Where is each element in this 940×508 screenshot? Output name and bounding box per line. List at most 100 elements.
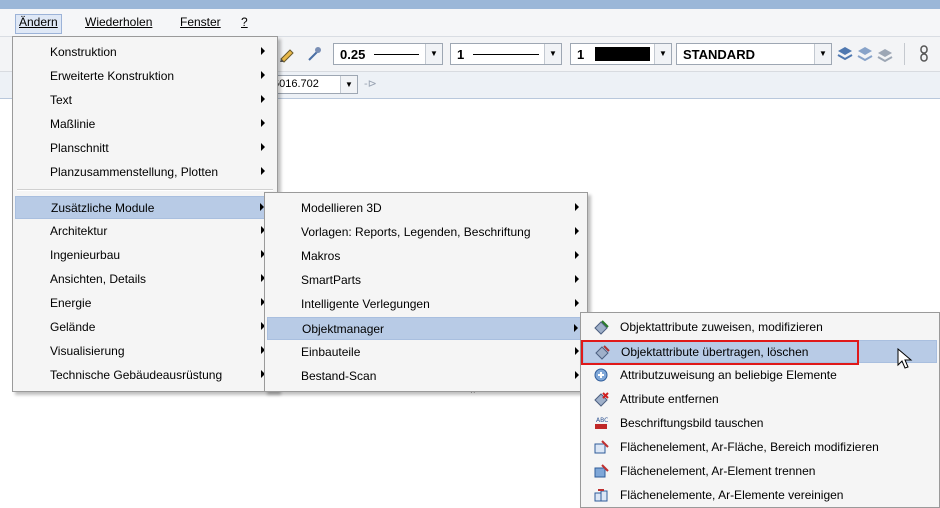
layer-combo[interactable]: STANDARD ▼: [676, 43, 832, 65]
objektmanager-item-flaechenelemente-ar-elemente-vereinigen[interactable]: Flächenelemente, Ar-Elemente vereinigen: [583, 484, 937, 507]
submenu-arrow-icon: [261, 71, 265, 79]
objektmanager-item-label: Beschriftungsbild tauschen: [620, 416, 764, 430]
layer-visibility-icon[interactable]: [856, 45, 874, 63]
submenu-item-modellieren-3d[interactable]: Modellieren 3D: [267, 197, 585, 220]
submenu-item-label: Modellieren 3D: [301, 201, 382, 215]
area-merge-icon: [594, 489, 608, 502]
menu-help[interactable]: ?: [238, 15, 251, 33]
chevron-down-icon[interactable]: ▼: [814, 44, 831, 64]
menu-item-erweiterte-konstruktion[interactable]: Erweiterte Konstruktion: [15, 65, 275, 88]
color-combo[interactable]: 1 ▼: [570, 43, 672, 65]
objektmanager-item-label: Flächenelemente, Ar-Elemente vereinigen: [620, 488, 844, 502]
submenu-item-objektmanager[interactable]: Objektmanager: [267, 317, 585, 340]
menu-item-label: Planschnitt: [50, 141, 109, 155]
coordinate-value: 6016.702: [273, 78, 319, 90]
submenu-item-label: Bestand-Scan: [301, 369, 377, 383]
objektmanager-item-label: Attributzuweisung an beliebige Elemente: [620, 368, 837, 382]
selection-highlight-frame: [581, 340, 859, 365]
menu-item-ansichten-details[interactable]: Ansichten, Details: [15, 268, 275, 291]
line-type-preview: [473, 54, 539, 55]
menu-item-visualisierung[interactable]: Visualisierung: [15, 340, 275, 363]
layer-lock-icon[interactable]: [876, 45, 894, 63]
line-type-value: 1: [457, 47, 465, 62]
submenu-item-label: Intelligente Verlegungen: [301, 297, 430, 311]
objektmanager-item-flaechenelement-ar-flaeche-bereich-modifizieren[interactable]: Flächenelement, Ar-Fläche, Bereich modif…: [583, 436, 937, 459]
pen-thickness-combo[interactable]: 0.25 ▼: [333, 43, 443, 65]
menu-item-text[interactable]: Text: [15, 89, 275, 112]
menu-item-planzusammenstellung-plotten[interactable]: Planzusammenstellung, Plotten: [15, 161, 275, 184]
chevron-down-icon[interactable]: ▼: [544, 44, 561, 64]
objektmanager-item-label: Flächenelement, Ar-Element trennen: [620, 464, 816, 478]
menu-item-konstruktion[interactable]: Konstruktion: [15, 41, 275, 64]
chain-icon[interactable]: [918, 45, 932, 63]
menu-item-label: Energie: [50, 296, 92, 310]
color-swatch: [595, 47, 650, 61]
eyedropper-icon[interactable]: [305, 45, 323, 63]
submenu-item-vorlagen-reports-legenden-beschriftung[interactable]: Vorlagen: Reports, Legenden, Beschriftun…: [267, 221, 585, 244]
menu-item-gelaende[interactable]: Gelände: [15, 316, 275, 339]
submenu-arrow-icon: [261, 119, 265, 127]
objektmanager-item-objektattribute-zuweisen-modifizieren[interactable]: Objektattribute zuweisen, modifizieren: [583, 316, 937, 339]
menu-bar: Ändern Wiederholen Fenster ?: [0, 9, 940, 37]
objektmanager-item-attributzuweisung-an-beliebige-elemente[interactable]: Attributzuweisung an beliebige Elemente: [583, 364, 937, 387]
submenu-item-bestand-scan[interactable]: Bestand-Scan: [267, 365, 585, 388]
toolbar-separator: [904, 43, 905, 65]
area-modify-icon: [594, 440, 609, 454]
submenu-item-makros[interactable]: Makros: [267, 245, 585, 268]
objektmanager-item-label: Objektattribute zuweisen, modifizieren: [620, 320, 823, 334]
menu-item-energie[interactable]: Energie: [15, 292, 275, 315]
pencil-icon[interactable]: [278, 45, 296, 63]
objektmanager-item-label: Flächenelement, Ar-Fläche, Bereich modif…: [620, 440, 879, 454]
menu-item-label: Erweiterte Konstruktion: [50, 69, 175, 83]
objektmanager-item-flaechenelement-ar-element-trennen[interactable]: Flächenelement, Ar-Element trennen: [583, 460, 937, 483]
menu-aendern[interactable]: Ändern: [15, 14, 62, 34]
menu-item-label: Ansichten, Details: [50, 272, 147, 286]
layer-stack-icon[interactable]: [836, 45, 854, 63]
coordinate-combo[interactable]: 6016.702 ▼: [268, 75, 358, 94]
menu-item-label: Zusätzliche Module: [51, 201, 155, 215]
aendern-menu: Konstruktion Erweiterte Konstruktion Text M…: [12, 36, 278, 392]
submenu-item-intelligente-verlegungen[interactable]: Intelligente Verlegungen: [267, 293, 585, 316]
objektmanager-item-beschriftungsbild-tauschen[interactable]: ABC Beschriftungsbild tauschen: [583, 412, 937, 435]
menu-item-label: Architektur: [50, 224, 108, 238]
submenu-arrow-icon: [575, 203, 579, 211]
pen-line-preview: [374, 54, 419, 55]
submenu-arrow-icon: [261, 95, 265, 103]
objektmanager-item-attribute-entfernen[interactable]: Attribute entfernen: [583, 388, 937, 411]
menu-wiederholen-label: Wiederholen: [85, 15, 153, 29]
menu-item-technische-gebaeudeausruestung[interactable]: Technische Gebäudeausrüstung: [15, 364, 275, 387]
mouse-cursor-icon: [897, 348, 913, 369]
menu-separator: [17, 189, 273, 191]
attribute-any-element-icon: [594, 368, 608, 382]
menu-item-label: Ingenieurbau: [50, 248, 121, 262]
menu-item-label: Technische Gebäudeausrüstung: [50, 368, 223, 382]
menu-item-masslinie[interactable]: Maßlinie: [15, 113, 275, 136]
submenu-arrow-icon: [575, 347, 579, 355]
menu-help-label: ?: [241, 15, 248, 29]
menu-item-label: Planzusammenstellung, Plotten: [50, 165, 219, 179]
menu-item-label: Maßlinie: [50, 117, 96, 131]
submenu-item-label: Objektmanager: [302, 322, 385, 336]
chevron-down-icon[interactable]: ▼: [340, 76, 357, 93]
submenu-item-einbauteile[interactable]: Einbauteile: [267, 341, 585, 364]
submenu-item-label: SmartParts: [301, 273, 362, 287]
pin-icon[interactable]: -⊳: [364, 77, 377, 90]
window-top-band: [0, 0, 940, 9]
attribute-assign-icon: [594, 320, 609, 335]
attribute-remove-icon: [594, 392, 609, 407]
menu-item-ingenieurbau[interactable]: Ingenieurbau: [15, 244, 275, 267]
menu-wiederholen[interactable]: Wiederholen: [82, 15, 155, 33]
menu-fenster[interactable]: Fenster: [177, 15, 224, 33]
submenu-item-smartparts[interactable]: SmartParts: [267, 269, 585, 292]
line-type-combo[interactable]: 1 ▼: [450, 43, 562, 65]
menu-fenster-label: Fenster: [180, 15, 221, 29]
menu-item-planschnitt[interactable]: Planschnitt: [15, 137, 275, 160]
submenu-arrow-icon: [261, 167, 265, 175]
menu-item-zusaetzliche-module[interactable]: Zusätzliche Module: [15, 196, 275, 219]
color-value: 1: [577, 47, 585, 62]
menu-item-architektur[interactable]: Architektur: [15, 220, 275, 243]
submenu-arrow-icon: [575, 227, 579, 235]
chevron-down-icon[interactable]: ▼: [654, 44, 671, 64]
chevron-down-icon[interactable]: ▼: [425, 44, 442, 64]
submenu-item-label: Makros: [301, 249, 341, 263]
